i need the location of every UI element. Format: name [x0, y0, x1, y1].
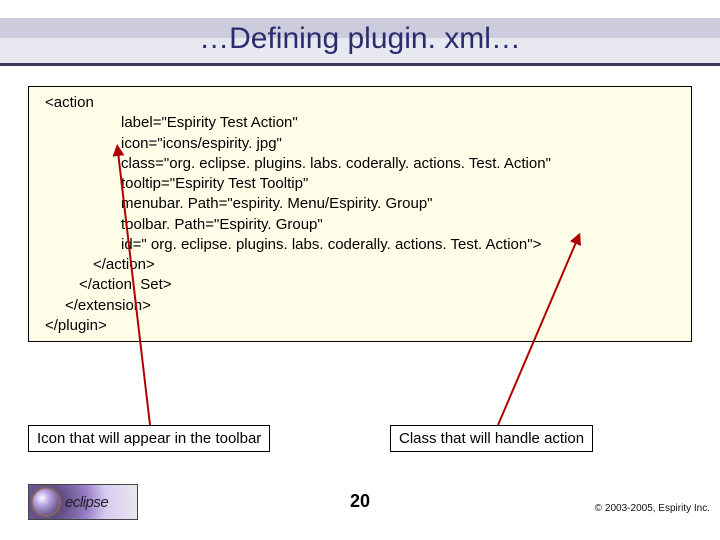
code-close-action: </action>	[37, 255, 683, 275]
code-line: <action	[37, 93, 683, 113]
code-line-class: class="org. eclipse. plugins. labs. code…	[37, 154, 683, 174]
code-line-label: label="Espirity Test Action"	[37, 113, 683, 133]
code-line-toolbar: toolbar. Path="Espirity. Group"	[37, 215, 683, 235]
code-line-tooltip: tooltip="Espirity Test Tooltip"	[37, 174, 683, 194]
code-snippet-box: <action label="Espirity Test Action" ico…	[28, 86, 692, 342]
code-line-menubar: menubar. Path="espirity. Menu/Espirity. …	[37, 194, 683, 214]
copyright-text: © 2003-2005, Espirity Inc.	[595, 503, 710, 514]
callout-class-handler: Class that will handle action	[390, 425, 593, 452]
code-line-icon: icon="icons/espirity. jpg"	[37, 134, 683, 154]
code-line-id: id=" org. eclipse. plugins. labs. codera…	[37, 235, 683, 255]
code-close-actionset: </action. Set>	[37, 275, 683, 295]
callout-icon-toolbar: Icon that will appear in the toolbar	[28, 425, 270, 452]
slide-title: …Defining plugin. xml…	[0, 22, 720, 56]
code-close-plugin: </plugin>	[37, 316, 683, 336]
code-close-extension: </extension>	[37, 296, 683, 316]
